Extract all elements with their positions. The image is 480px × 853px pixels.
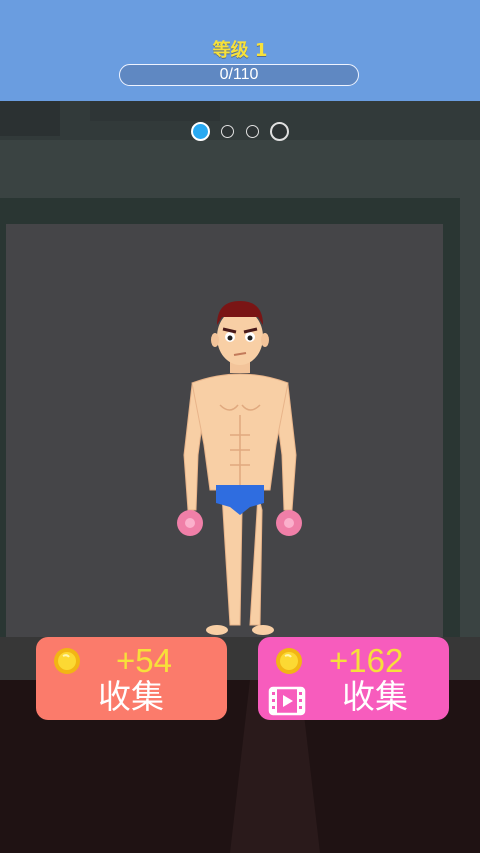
video-collect-button[interactable]: +162 收集 <box>258 637 449 720</box>
bodybuilder-character <box>177 301 302 635</box>
coin-icon <box>54 648 80 674</box>
video-collect-amount: +162 <box>329 642 404 679</box>
coin-icon <box>276 648 302 674</box>
level-label: 等级 1 <box>212 40 268 61</box>
collect-label: 收集 <box>98 677 164 716</box>
stage-dot-2 <box>221 125 234 138</box>
stage-dot-1 <box>191 122 210 141</box>
xp-progress-bar: 0/110 <box>119 64 359 86</box>
video-icon <box>268 686 306 716</box>
collect-amount: +54 <box>116 642 172 679</box>
collect-button[interactable]: +54 收集 <box>36 637 227 720</box>
stage-dot-4 <box>270 122 289 141</box>
video-collect-label: 收集 <box>342 677 408 716</box>
stage-dot-3 <box>246 125 259 138</box>
xp-progress-text: 0/110 <box>219 66 259 83</box>
